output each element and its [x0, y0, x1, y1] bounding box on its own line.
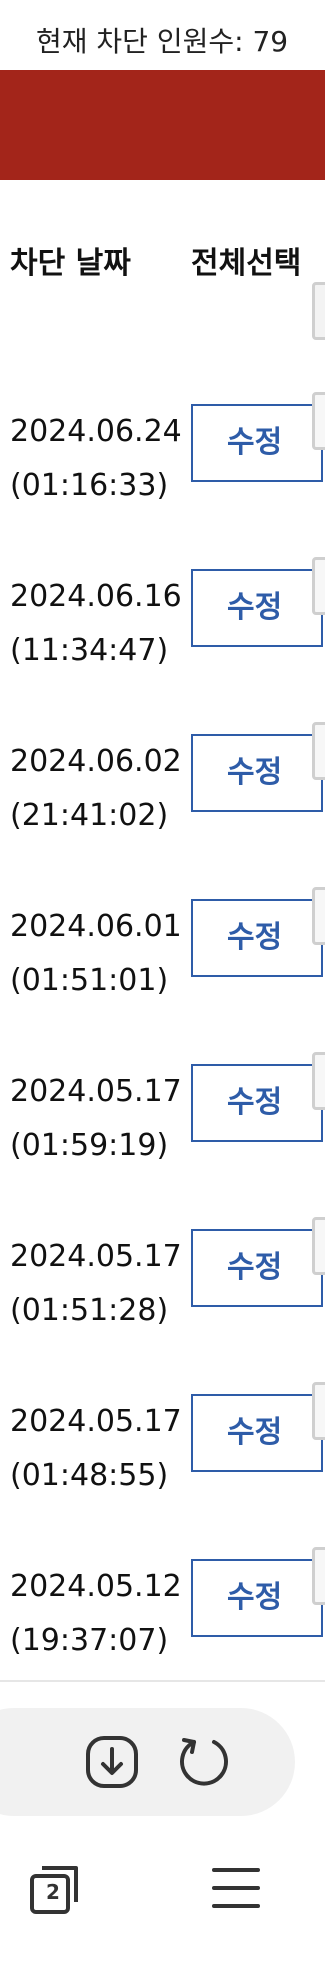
select-all-label[interactable]: 전체선택: [191, 238, 301, 282]
table-row: 2024.05.17 (01:59:19) 수정: [0, 1052, 325, 1225]
row-checkbox[interactable]: [312, 1052, 325, 1110]
block-date: 2024.06.01: [10, 909, 182, 944]
row-checkbox[interactable]: [312, 557, 325, 615]
page: 현재 차단 인원수: 79 차단 날짜 전체선택 2024.06.24 (01:…: [0, 0, 325, 1963]
row-checkbox[interactable]: [312, 1217, 325, 1275]
block-date: 2024.06.24: [10, 414, 182, 449]
block-date: 2024.05.17: [10, 1074, 182, 1109]
block-time: (21:41:02): [10, 798, 169, 833]
edit-button[interactable]: 수정: [191, 899, 323, 977]
edit-button[interactable]: 수정: [191, 1229, 323, 1307]
edit-button[interactable]: 수정: [191, 1394, 323, 1472]
reload-icon[interactable]: [174, 1730, 234, 1790]
block-date: 2024.06.16: [10, 579, 182, 614]
table-row: 2024.06.24 (01:16:33) 수정: [0, 392, 325, 565]
table-row: 2024.05.17 (01:48:55) 수정: [0, 1382, 325, 1555]
menu-icon[interactable]: [210, 1862, 262, 1914]
browser-toolbar: [0, 1708, 295, 1816]
edit-button[interactable]: 수정: [191, 734, 323, 812]
block-time: (01:59:19): [10, 1128, 169, 1163]
table-row: 2024.06.16 (11:34:47) 수정: [0, 557, 325, 730]
red-banner: [0, 70, 325, 180]
table-row: 2024.05.17 (01:51:28) 수정: [0, 1217, 325, 1390]
table-row: 2024.06.02 (21:41:02) 수정: [0, 722, 325, 895]
block-date: 2024.05.17: [10, 1404, 182, 1439]
blocked-list: 2024.06.24 (01:16:33) 수정 2024.06.16 (11:…: [0, 392, 325, 1720]
row-checkbox[interactable]: [312, 722, 325, 780]
block-time: (01:48:55): [10, 1458, 169, 1493]
blocked-count-label: 현재 차단 인원수: 79: [36, 25, 289, 58]
block-date: 2024.05.12: [10, 1569, 182, 1604]
block-time: (01:16:33): [10, 468, 169, 503]
edit-button[interactable]: 수정: [191, 1064, 323, 1142]
block-date: 2024.06.02: [10, 744, 182, 779]
select-all-checkbox[interactable]: [312, 282, 325, 340]
edit-button[interactable]: 수정: [191, 404, 323, 482]
row-checkbox[interactable]: [312, 392, 325, 450]
row-checkbox[interactable]: [312, 1547, 325, 1605]
edit-button[interactable]: 수정: [191, 569, 323, 647]
block-date: 2024.05.17: [10, 1239, 182, 1274]
row-checkbox[interactable]: [312, 1382, 325, 1440]
block-time: (01:51:01): [10, 963, 169, 998]
block-time: (01:51:28): [10, 1293, 169, 1328]
block-time: (19:37:07): [10, 1623, 169, 1658]
edit-button[interactable]: 수정: [191, 1559, 323, 1637]
block-time: (11:34:47): [10, 633, 169, 668]
column-header-block-date: 차단 날짜: [10, 246, 131, 281]
tab-count: 2: [46, 1880, 60, 1904]
download-icon[interactable]: [84, 1734, 140, 1790]
table-row: 2024.05.12 (19:37:07) 수정: [0, 1547, 325, 1720]
table-row: 2024.06.01 (01:51:01) 수정: [0, 887, 325, 1060]
row-checkbox[interactable]: [312, 887, 325, 945]
tabs-icon[interactable]: 2: [28, 1860, 84, 1916]
toolbar-divider: [0, 1680, 325, 1682]
